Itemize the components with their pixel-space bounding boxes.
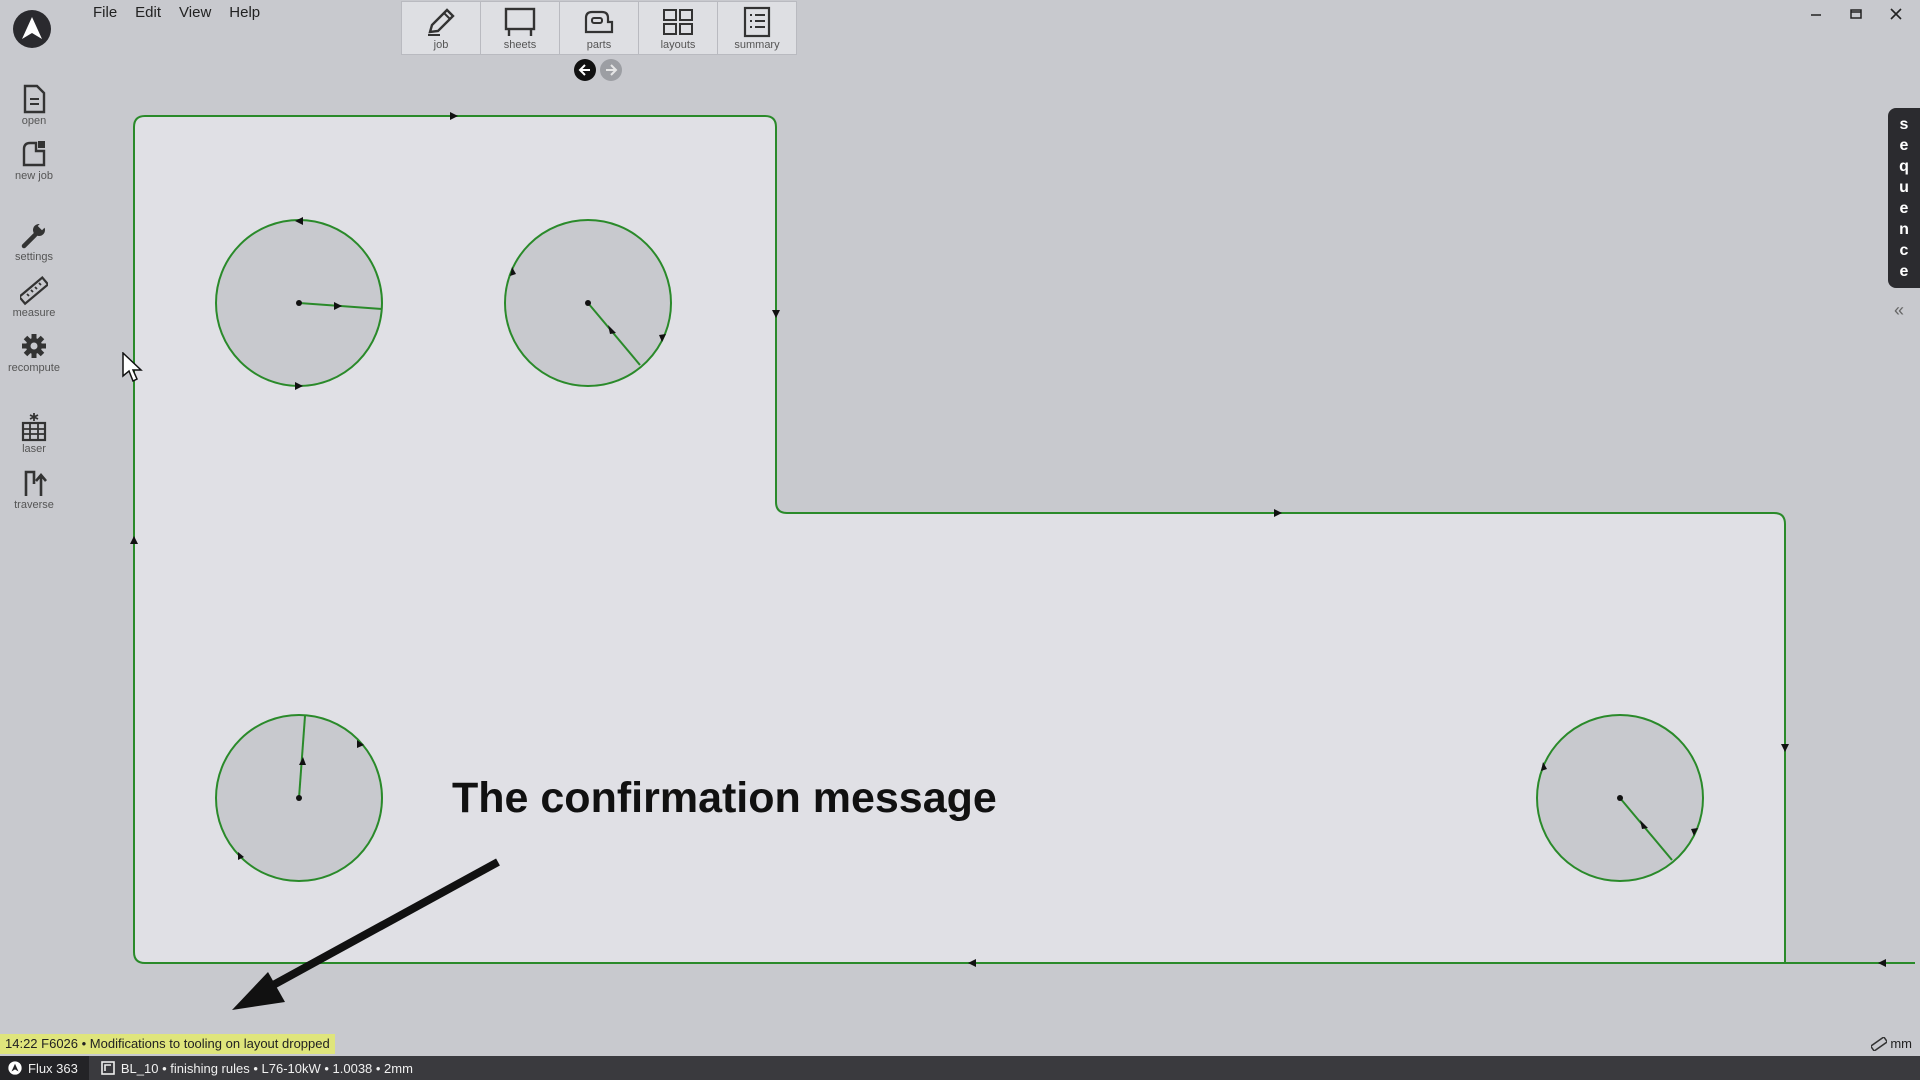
tab-sheets[interactable]: sheets	[481, 2, 560, 54]
unit-label: mm	[1890, 1036, 1912, 1051]
app-logo-icon[interactable]	[12, 9, 52, 49]
tab-layouts[interactable]: layouts	[639, 2, 718, 54]
list-icon	[743, 6, 771, 38]
tab-parts-label: parts	[586, 39, 612, 51]
hole-bottom-left[interactable]	[215, 714, 383, 882]
unit-indicator[interactable]: mm	[1871, 1036, 1912, 1051]
minimize-button[interactable]	[1796, 0, 1836, 28]
sequence-letter: n	[1899, 221, 1909, 238]
laser-icon	[21, 413, 47, 442]
wrench-icon	[21, 221, 47, 249]
sequence-panel-tab[interactable]: s e q u e n c e	[1888, 108, 1920, 288]
arrow-left-icon	[578, 64, 590, 76]
tab-parts[interactable]: parts	[560, 2, 639, 54]
sidebar-item-laser[interactable]: laser	[0, 412, 68, 455]
gear-icon	[22, 334, 46, 358]
forward-button[interactable]	[600, 59, 622, 81]
sidebar-item-recompute[interactable]: recompute	[0, 331, 68, 374]
menu-view[interactable]: View	[172, 4, 218, 22]
sidebar-item-measure[interactable]: measure	[0, 276, 68, 319]
sidebar-item-traverse[interactable]: traverse	[0, 468, 68, 511]
back-button[interactable]	[574, 59, 596, 81]
ruler-icon	[1871, 1036, 1888, 1051]
new-job-icon	[22, 141, 46, 167]
part-outline[interactable]	[133, 115, 1786, 964]
direction-arrows	[130, 112, 1886, 967]
sheet-icon	[504, 7, 536, 36]
sidebar-item-label: new job	[15, 170, 53, 182]
maximize-button[interactable]	[1836, 0, 1876, 28]
sequence-letter: u	[1899, 179, 1909, 196]
history-navigation	[574, 59, 622, 81]
hole-top-left[interactable]	[215, 217, 383, 390]
sidebar-item-label: open	[21, 115, 47, 127]
job-info-text: BL_10 • finishing rules • L76-10kW • 1.0…	[120, 1060, 413, 1076]
job-info[interactable]: BL_10 • finishing rules • L76-10kW • 1.0…	[89, 1061, 413, 1076]
menu-bar: File Edit View Help	[86, 4, 267, 22]
status-message: 14:22 F6026 • Modifications to tooling o…	[0, 1034, 335, 1054]
annotation-label: The confirmation message	[452, 774, 997, 822]
menu-help[interactable]: Help	[222, 4, 267, 22]
ruler-icon	[20, 276, 48, 306]
sidebar-item-label: laser	[22, 443, 46, 455]
hole-bottom-right[interactable]	[1536, 714, 1704, 882]
sequence-letter: e	[1899, 263, 1909, 280]
status-bar: Flux 363 BL_10 • finishing rules • L76-1…	[0, 1056, 1920, 1080]
mouse-cursor-icon	[122, 352, 143, 383]
close-button[interactable]	[1876, 0, 1916, 28]
app-name: Flux 363	[28, 1060, 78, 1076]
sidebar-item-open[interactable]: open	[0, 84, 68, 127]
layout-icon	[663, 9, 693, 35]
tab-summary-label: summary	[734, 39, 780, 51]
traverse-icon	[24, 470, 47, 496]
tab-job[interactable]: job	[402, 2, 481, 54]
sidebar-item-label: measure	[12, 307, 56, 319]
job-file-icon	[101, 1061, 115, 1075]
sequence-letter: c	[1899, 242, 1909, 259]
sidebar-item-label: settings	[15, 251, 53, 263]
sequence-letter: s	[1899, 116, 1909, 133]
main-toolbar: job sheets parts layouts summary	[401, 1, 797, 55]
maximize-icon	[1850, 9, 1862, 19]
sequence-letter: e	[1899, 200, 1909, 217]
tab-layouts-label: layouts	[660, 39, 696, 51]
sidebar-item-settings[interactable]: settings	[0, 220, 68, 263]
annotation-arrow	[232, 858, 500, 1010]
sidebar-item-label: recompute	[8, 362, 60, 374]
double-chevron-left-icon[interactable]: «	[1894, 300, 1904, 321]
arrow-right-icon	[606, 64, 618, 76]
sequence-letter: e	[1899, 137, 1909, 154]
layout-canvas[interactable]	[0, 0, 1920, 1080]
app-version[interactable]: Flux 363	[0, 1056, 89, 1080]
close-icon	[1890, 8, 1902, 20]
menu-edit[interactable]: Edit	[128, 4, 168, 22]
sidebar-item-new-job[interactable]: new job	[0, 139, 68, 182]
minimize-icon	[1811, 14, 1821, 16]
tab-job-label: job	[433, 39, 449, 51]
sequence-letter: q	[1899, 158, 1909, 175]
window-controls	[1796, 0, 1916, 28]
tab-sheets-label: sheets	[503, 39, 537, 51]
pencil-icon	[428, 8, 455, 36]
hole-top-middle[interactable]	[504, 219, 672, 387]
document-icon	[23, 84, 46, 114]
sidebar-item-label: traverse	[14, 499, 54, 511]
part-icon	[584, 10, 614, 34]
app-logo-icon	[8, 1061, 22, 1075]
menu-file[interactable]: File	[86, 4, 124, 22]
tab-summary[interactable]: summary	[718, 2, 796, 54]
